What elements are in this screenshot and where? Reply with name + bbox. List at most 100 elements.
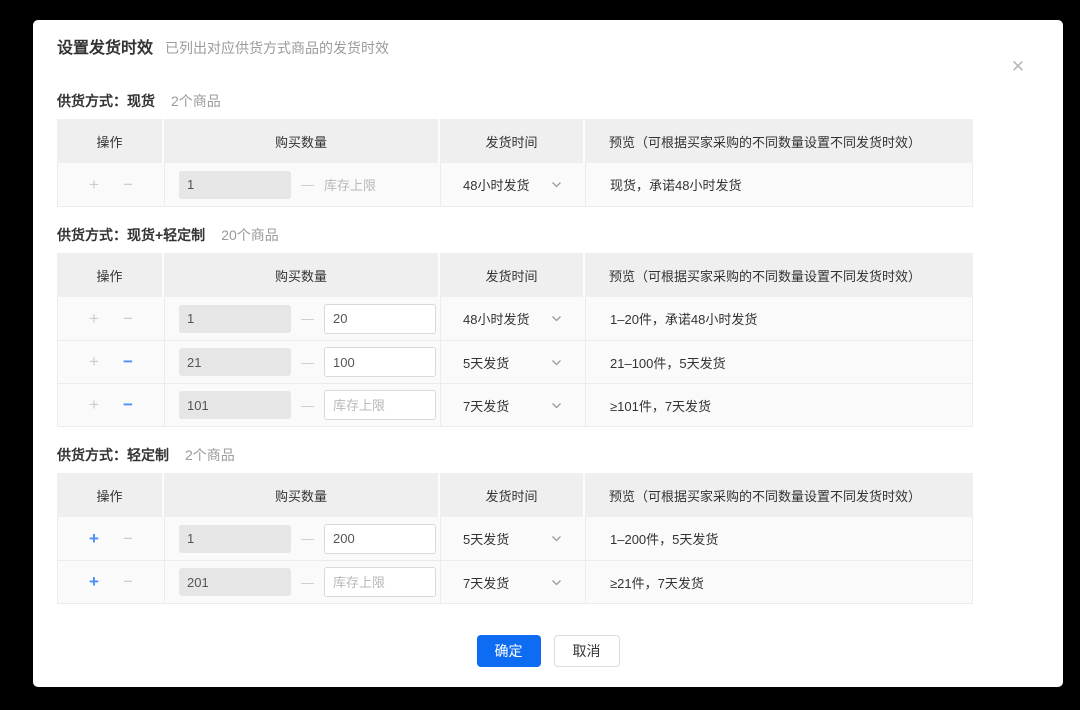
table-row: + − — 5天发货 1–200件，5天发货 [58,517,972,560]
preview-text: 现货，承诺48小时发货 [610,175,741,194]
range-dash-icon: — [301,355,314,370]
table-body: + − — 库存上限 48小时发货 现货，承诺48小时发货 [57,163,973,207]
column-header-preview: 预览（可根据买家采购的不同数量设置不同发货时效） [585,473,973,517]
column-header-operation: 操作 [57,253,164,297]
supply-section: 供货方式：现货 2个商品 操作 购买数量 发货时间 预览（可根据买家采购的不同数… [57,91,1039,207]
chevron-down-icon [550,178,563,191]
add-row-button[interactable]: + [84,572,104,592]
ship-time-value: 5天发货 [463,529,509,548]
chevron-down-icon [550,399,563,412]
shipping-table: 操作 购买数量 发货时间 预览（可根据买家采购的不同数量设置不同发货时效） + … [57,473,973,604]
remove-row-button[interactable]: − [118,352,138,372]
ship-time-select[interactable]: 48小时发货 [463,309,563,328]
chevron-down-icon [550,312,563,325]
section-product-count: 2个商品 [185,445,235,465]
column-header-shiptime: 发货时间 [440,119,585,163]
supply-section: 供货方式：轻定制 2个商品 操作 购买数量 发货时间 预览（可根据买家采购的不同… [57,445,1039,604]
range-dash-icon: — [301,575,314,590]
add-row-button[interactable]: + [84,309,104,329]
add-row-button[interactable]: + [84,352,104,372]
shipping-time-modal: ✕ 设置发货时效 已列出对应供货方式商品的发货时效 供货方式：现货 2个商品 操… [33,20,1063,687]
remove-row-button[interactable]: − [118,395,138,415]
range-dash-icon: — [301,531,314,546]
section-product-count: 2个商品 [171,91,221,111]
min-quantity-input[interactable] [179,305,291,333]
min-quantity-input[interactable] [179,568,291,596]
min-quantity-input[interactable] [179,348,291,376]
ship-time-select[interactable]: 7天发货 [463,396,563,415]
shipping-table: 操作 购买数量 发货时间 预览（可根据买家采购的不同数量设置不同发货时效） + … [57,119,973,207]
table-header-row: 操作 购买数量 发货时间 预览（可根据买家采购的不同数量设置不同发货时效） [57,473,973,517]
shipping-table: 操作 购买数量 发货时间 预览（可根据买家采购的不同数量设置不同发货时效） + … [57,253,973,427]
chevron-down-icon [550,532,563,545]
section-label: 供货方式：现货+轻定制 [57,225,205,245]
modal-subtitle: 已列出对应供货方式商品的发货时效 [165,38,389,58]
ship-time-value: 48小时发货 [463,175,529,194]
table-header-row: 操作 购买数量 发货时间 预览（可根据买家采购的不同数量设置不同发货时效） [57,253,973,297]
column-header-preview: 预览（可根据买家采购的不同数量设置不同发货时效） [585,119,973,163]
range-dash-icon: — [301,398,314,413]
remove-row-button[interactable]: − [118,175,138,195]
sections-container: 供货方式：现货 2个商品 操作 购买数量 发货时间 预览（可根据买家采购的不同数… [57,91,1039,604]
page-title: 设置发货时效 [57,38,153,60]
column-header-preview: 预览（可根据买家采购的不同数量设置不同发货时效） [585,253,973,297]
cancel-button[interactable]: 取消 [554,635,620,667]
column-header-operation: 操作 [57,473,164,517]
remove-row-button[interactable]: − [118,309,138,329]
column-header-shiptime: 发货时间 [440,473,585,517]
preview-text: ≥21件，7天发货 [610,573,704,592]
preview-text: 1–20件，承诺48小时发货 [610,309,757,328]
ship-time-select[interactable]: 48小时发货 [463,175,563,194]
add-row-button[interactable]: + [84,395,104,415]
max-quantity-input[interactable] [324,304,436,334]
preview-text: 21–100件，5天发货 [610,353,726,372]
min-quantity-input[interactable] [179,525,291,553]
chevron-down-icon [550,576,563,589]
preview-text: ≥101件，7天发货 [610,396,711,415]
max-quantity-input[interactable] [324,347,436,377]
remove-row-button[interactable]: − [118,572,138,592]
range-dash-icon: — [301,177,314,192]
table-row: + − — 库存上限 48小时发货 现货，承诺48小时发货 [58,163,972,206]
max-quantity-input[interactable] [324,390,436,420]
supply-section: 供货方式：现货+轻定制 20个商品 操作 购买数量 发货时间 预览（可根据买家采… [57,225,1039,427]
confirm-button[interactable]: 确定 [477,635,541,667]
section-product-count: 20个商品 [221,225,279,245]
min-quantity-input[interactable] [179,391,291,419]
table-row: + − — 7天发货 ≥101件，7天发货 [58,383,972,426]
table-header-row: 操作 购买数量 发货时间 预览（可根据买家采购的不同数量设置不同发货时效） [57,119,973,163]
modal-footer: 确定 取消 [57,635,1039,667]
column-header-quantity: 购买数量 [164,119,440,163]
modal-header: 设置发货时效 已列出对应供货方式商品的发货时效 [57,38,1039,60]
ship-time-select[interactable]: 7天发货 [463,573,563,592]
ship-time-select[interactable]: 5天发货 [463,529,563,548]
ship-time-value: 5天发货 [463,353,509,372]
ship-time-select[interactable]: 5天发货 [463,353,563,372]
section-header: 供货方式：轻定制 2个商品 [57,445,1039,465]
column-header-quantity: 购买数量 [164,253,440,297]
ship-time-value: 48小时发货 [463,309,529,328]
max-quantity-input[interactable] [324,567,436,597]
table-row: + − — 5天发货 21–100件，5天发货 [58,340,972,383]
range-dash-icon: — [301,311,314,326]
ship-time-value: 7天发货 [463,396,509,415]
section-header: 供货方式：现货+轻定制 20个商品 [57,225,1039,245]
table-body: + − — 48小时发货 1–20件，承诺48小时发货 + − [57,297,973,427]
table-row: + − — 7天发货 ≥21件，7天发货 [58,560,972,603]
preview-text: 1–200件，5天发货 [610,529,718,548]
column-header-shiptime: 发货时间 [440,253,585,297]
section-label: 供货方式：轻定制 [57,445,169,465]
table-row: + − — 48小时发货 1–20件，承诺48小时发货 [58,297,972,340]
max-quantity-placeholder: 库存上限 [324,175,376,194]
ship-time-value: 7天发货 [463,573,509,592]
close-icon[interactable]: ✕ [1007,56,1029,78]
section-header: 供货方式：现货 2个商品 [57,91,1039,111]
chevron-down-icon [550,356,563,369]
max-quantity-input[interactable] [324,524,436,554]
table-body: + − — 5天发货 1–200件，5天发货 + − — [57,517,973,604]
remove-row-button[interactable]: − [118,529,138,549]
add-row-button[interactable]: + [84,175,104,195]
column-header-operation: 操作 [57,119,164,163]
min-quantity-input[interactable] [179,171,291,199]
add-row-button[interactable]: + [84,529,104,549]
